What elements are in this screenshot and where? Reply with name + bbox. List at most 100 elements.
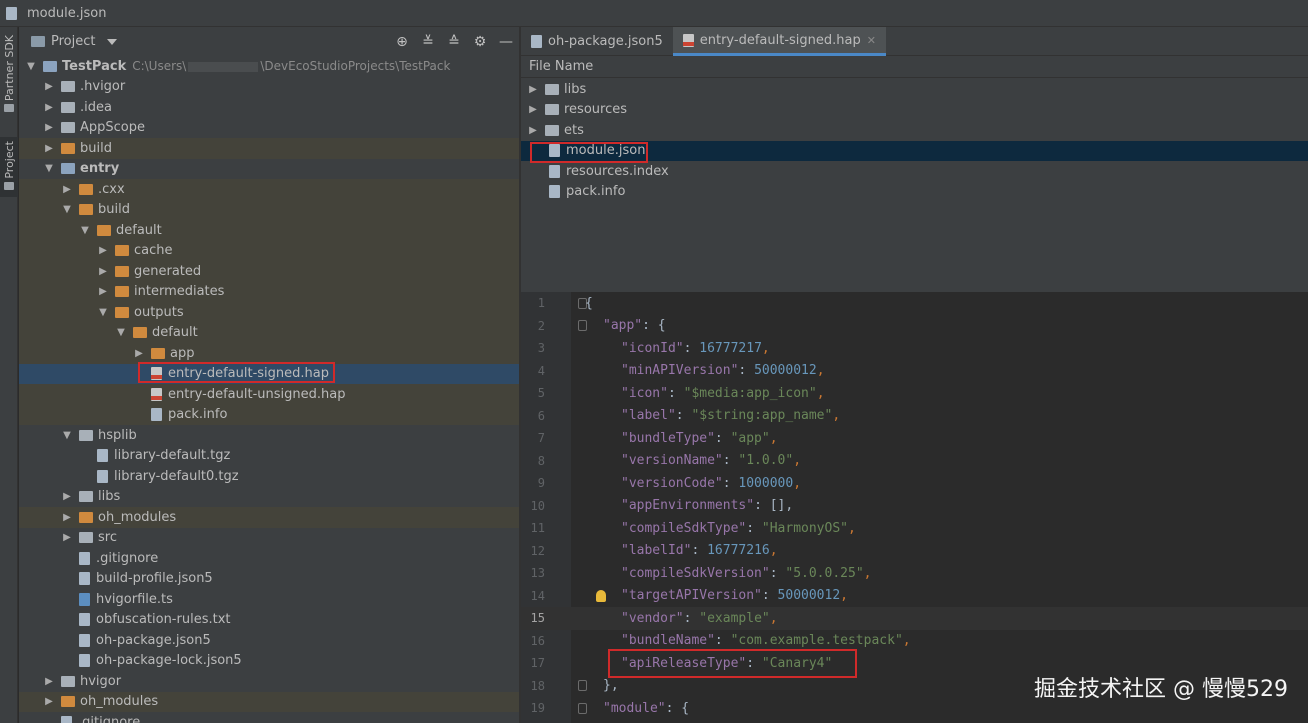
tree-row[interactable]: library-default.tgz [19, 446, 519, 467]
hap-item[interactable]: resources.index [521, 161, 1308, 182]
tree-row[interactable]: ▶ .cxx [19, 179, 519, 200]
tree-row[interactable]: ▶ oh_modules [19, 507, 519, 528]
expand-all-icon[interactable]: ≚ [415, 27, 441, 56]
tree-row[interactable]: pack.info [19, 404, 519, 425]
chevron-right-icon[interactable]: ▶ [43, 696, 55, 707]
code-text: "compileSdkType": "HarmonyOS", [621, 521, 856, 536]
chevron-right-icon[interactable]: ▶ [61, 184, 73, 195]
chevron-right-icon[interactable]: ▶ [97, 286, 109, 297]
chevron-right-icon[interactable]: ▶ [97, 266, 109, 277]
hap-item[interactable]: pack.info [521, 182, 1308, 203]
tree-row[interactable]: ▼ default [19, 322, 519, 343]
code-line[interactable]: 10 "appEnvironments": [], [521, 495, 1308, 518]
tree-row[interactable]: oh-package-lock.json5 [19, 651, 519, 672]
code-line[interactable]: 6 "label": "$string:app_name", [521, 405, 1308, 428]
tree-row[interactable]: ▶ oh_modules [19, 691, 519, 712]
code-token: "1.0.0" [738, 453, 794, 469]
code-line[interactable]: 15 "vendor": "example", [521, 607, 1308, 630]
close-icon[interactable]: ✕ [867, 34, 876, 47]
chevron-down-icon[interactable] [107, 38, 118, 45]
chevron-right-icon[interactable]: ▶ [43, 122, 55, 133]
tree-row[interactable]: library-default0.tgz [19, 466, 519, 487]
fold-marker-icon[interactable] [578, 320, 587, 332]
lightbulb-icon[interactable] [596, 589, 606, 602]
chevron-right-icon[interactable]: ▶ [527, 104, 539, 115]
code-line[interactable]: 5 "icon": "$media:app_icon", [521, 382, 1308, 405]
code-line[interactable]: 1{ [521, 292, 1308, 315]
excluded-folder-icon [61, 142, 75, 154]
chevron-right-icon[interactable]: ▶ [61, 532, 73, 543]
code-line[interactable]: 7 "bundleType": "app", [521, 427, 1308, 450]
hap-item[interactable]: ▶ libs [521, 79, 1308, 100]
code-line[interactable]: 11 "compileSdkType": "HarmonyOS", [521, 517, 1308, 540]
chevron-down-icon[interactable]: ▼ [25, 61, 37, 72]
code-line[interactable]: 9 "versionCode": 1000000, [521, 472, 1308, 495]
tree-row[interactable]: ▶ hvigor [19, 671, 519, 692]
tool-tab-partner-sdk[interactable]: Partner SDK [0, 35, 18, 115]
code-line[interactable]: 3 "iconId": 16777217, [521, 337, 1308, 360]
chevron-right-icon[interactable]: ▶ [61, 512, 73, 523]
tree-row[interactable]: ▶ intermediates [19, 281, 519, 302]
chevron-right-icon[interactable]: ▶ [527, 125, 539, 136]
code-line[interactable]: 13 "compileSdkVersion": "5.0.0.25", [521, 562, 1308, 585]
code-token: "labelId" [621, 543, 692, 559]
tree-row[interactable]: ▶ libs [19, 487, 519, 508]
tree-row[interactable]: ▼ hsplib [19, 425, 519, 446]
chevron-right-icon[interactable]: ▶ [43, 81, 55, 92]
chevron-down-icon[interactable]: ▼ [43, 163, 55, 174]
code-line[interactable]: 8 "versionName": "1.0.0", [521, 450, 1308, 473]
locate-icon[interactable]: ⊕ [389, 27, 415, 56]
minimize-icon[interactable]: — [493, 27, 519, 56]
tree-row[interactable]: obfuscation-rules.txt [19, 610, 519, 631]
tree-row[interactable]: .gitignore [19, 548, 519, 569]
file-icon [61, 715, 72, 723]
chevron-down-icon[interactable]: ▼ [79, 225, 91, 236]
tree-row[interactable]: entry-default-unsigned.hap [19, 384, 519, 405]
tree-row[interactable]: ▼ outputs [19, 302, 519, 323]
tree-row[interactable]: ▶ cache [19, 240, 519, 261]
tree-row[interactable]: ▶ app [19, 343, 519, 364]
code-line[interactable]: 4 "minAPIVersion": 50000012, [521, 360, 1308, 383]
chevron-right-icon[interactable]: ▶ [133, 348, 145, 359]
chevron-right-icon[interactable]: ▶ [43, 143, 55, 154]
tree-row[interactable]: build-profile.json5 [19, 569, 519, 590]
tree-row[interactable]: ▶ .hvigor [19, 77, 519, 98]
fold-marker-icon[interactable] [578, 680, 587, 692]
code-line[interactable]: 2 "app": { [521, 315, 1308, 338]
tab-entry-default-signed[interactable]: entry-default-signed.hap ✕ [672, 27, 886, 56]
fold-marker-icon[interactable] [578, 702, 587, 714]
chevron-right-icon[interactable]: ▶ [61, 491, 73, 502]
tree-row[interactable]: ▼ default [19, 220, 519, 241]
chevron-right-icon[interactable]: ▶ [97, 245, 109, 256]
tree-row-root[interactable]: ▼ TestPack C:\Users\ \DevEcoStudioProject… [19, 56, 519, 77]
chevron-right-icon[interactable]: ▶ [43, 102, 55, 113]
tree-row[interactable]: ▶ AppScope [19, 118, 519, 139]
tree-row[interactable]: ▶ build [19, 138, 519, 159]
tree-row[interactable]: oh-package.json5 [19, 630, 519, 651]
project-view-icon [31, 36, 45, 47]
chevron-down-icon[interactable]: ▼ [61, 204, 73, 215]
tool-tab-project[interactable]: Project [0, 137, 18, 197]
hap-item[interactable]: ▶ resources [521, 100, 1308, 121]
hap-item[interactable]: ▶ ets [521, 120, 1308, 141]
code-line[interactable]: 14 "targetAPIVersion": 50000012, [521, 585, 1308, 608]
chevron-down-icon[interactable]: ▼ [61, 430, 73, 441]
code-token: , [863, 565, 872, 581]
tree-row[interactable]: ▶ src [19, 528, 519, 549]
chevron-right-icon[interactable]: ▶ [43, 676, 55, 687]
file-name-column-header[interactable]: File Name [521, 56, 1308, 78]
chevron-down-icon[interactable]: ▼ [115, 327, 127, 338]
tree-row[interactable]: ▶ generated [19, 261, 519, 282]
tab-oh-package[interactable]: oh-package.json5 [521, 27, 673, 56]
tree-row[interactable]: ▶ .idea [19, 97, 519, 118]
tree-row[interactable]: .gitignore [19, 712, 519, 723]
tree-row[interactable]: ▼ build [19, 199, 519, 220]
gear-icon[interactable]: ⚙ [467, 27, 493, 56]
code-line[interactable]: 12 "labelId": 16777216, [521, 540, 1308, 563]
tree-row[interactable]: ▼ entry [19, 159, 519, 180]
tree-row[interactable]: hvigorfile.ts [19, 589, 519, 610]
chevron-down-icon[interactable]: ▼ [97, 307, 109, 318]
collapse-all-icon[interactable]: ≙ [441, 27, 467, 56]
chevron-right-icon[interactable]: ▶ [527, 84, 539, 95]
project-view-label[interactable]: Project [51, 34, 95, 49]
